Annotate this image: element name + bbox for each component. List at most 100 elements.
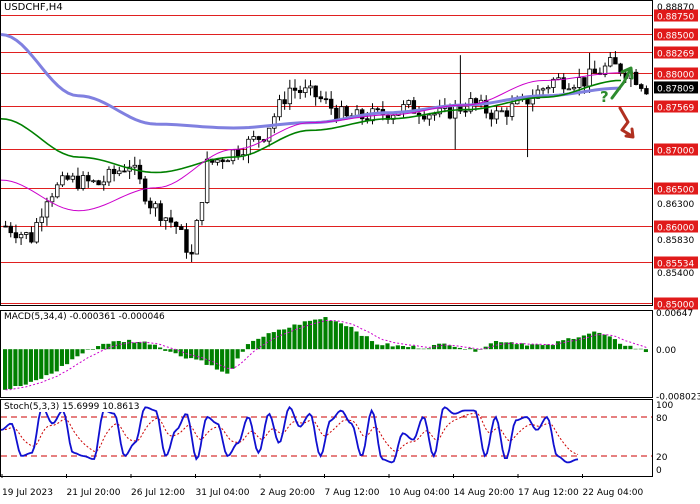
macd-bar [85,349,90,350]
macd-bar [194,349,199,360]
macd-bar [550,345,555,350]
macd-bar [13,349,18,386]
candle-body [49,196,55,203]
candle-body [122,170,127,173]
x-tick-label: 7 Aug 12:00 [325,488,380,498]
macd-bar [643,349,648,353]
candle-body [339,106,344,120]
macd-bar [530,344,535,350]
candle-body [633,71,639,85]
macd-bar [44,349,49,376]
price-level-label: 0.86000 [657,224,694,234]
candle-body [153,203,158,209]
macd-bar [344,326,349,350]
macd-bar [328,320,333,350]
macd-bar [566,338,571,350]
candle-body [452,105,458,119]
macd-bar [359,335,364,350]
candle-body [334,107,339,120]
macd-bar [307,320,313,350]
macd-bar [189,349,194,359]
candle-body [132,164,137,168]
macd-bar [23,349,28,385]
main-panel-frame [0,0,653,306]
candle-body [571,87,577,90]
macd-bar [152,344,158,350]
macd-bar [333,321,338,350]
macd-bar [597,332,602,350]
x-tick-label: 19 Jul 2023 [2,488,53,498]
macd-bar [220,349,225,372]
macd-bar [34,349,39,381]
candle-body [137,164,143,180]
macd-bar [524,345,530,350]
macd-bar [535,344,540,350]
macd-bar [406,347,411,350]
macd-bar [354,331,359,350]
candle-body [509,103,515,117]
macd-bar [561,340,566,350]
candle-body [577,77,582,88]
price-tick-label: 0.88870 [657,3,694,13]
macd-bar [628,345,633,350]
candle-body [65,175,70,180]
stoch-tick-label: 80 [656,414,668,424]
price-level-label: 0.88000 [657,71,694,81]
candle-body [8,225,13,234]
candle-body [80,175,86,189]
candle-body [179,226,184,231]
candle-body [613,57,618,65]
candle-body [566,88,572,91]
macd-bar [49,349,54,374]
stoch-title: Stoch(5,3,3) 15.6999 10.8613 [4,402,140,412]
candle-body [24,232,29,235]
candle-body [432,113,437,116]
candle-body [101,181,106,186]
candle-body [639,84,644,89]
macd-bar [282,329,287,350]
candle-body [189,251,194,255]
candle-body [530,97,535,105]
macd-bar [271,332,276,350]
candle-body [323,98,329,101]
macd-bar [323,317,328,350]
macd-bar [261,336,266,350]
macd-bar [287,327,292,350]
macd-bar [209,349,214,366]
candle-body [406,100,411,105]
x-tick-label: 31 Jul 04:00 [196,488,250,498]
stoch-tick-label: 100 [656,401,673,411]
candle-body [168,217,174,223]
macd-bar [147,344,152,350]
candle-body [251,136,256,140]
macd-bar [59,349,64,366]
macd-bar [499,342,504,350]
current-price-label: 0.87809 [657,84,694,94]
macd-bar [426,348,431,350]
candle-body [235,149,241,157]
macd-title: MACD(5,34,4) -0.000361 -0.000046 [4,312,165,322]
candle-body [55,184,60,198]
candle-body [277,99,282,118]
macd-bar [28,349,33,382]
candle-body [204,158,210,203]
price-title: USDCHF,H4 [4,2,63,13]
macd-bar [75,349,80,357]
macd-bar [581,335,586,350]
candle-body [540,88,546,91]
macd-bar [442,343,447,350]
macd-bar [612,339,617,350]
candle-body [158,203,163,221]
macd-bar [39,349,44,379]
macd-bar [364,336,369,350]
macd-bar [132,342,137,350]
candle-body [328,98,334,109]
candle-body [29,232,34,243]
macd-bar [395,345,400,350]
macd-bar [240,349,245,352]
candle-body [220,159,225,163]
candle-body [256,136,262,140]
candle-body [199,202,205,221]
x-tick-label: 10 Aug 04:00 [389,488,450,498]
macd-bar [519,343,524,350]
